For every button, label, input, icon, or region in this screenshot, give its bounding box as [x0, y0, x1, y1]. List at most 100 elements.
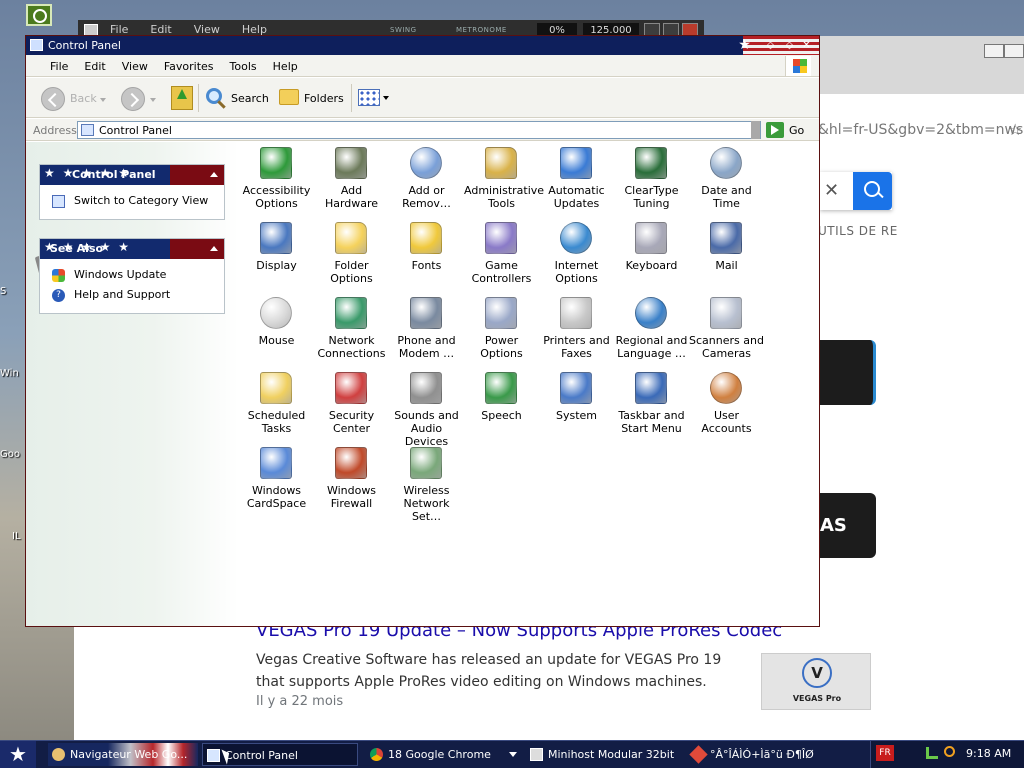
- cp-item-taskbar-and-start-menu[interactable]: Taskbar and Start Menu: [614, 370, 689, 442]
- up-folder-icon[interactable]: [171, 86, 193, 110]
- cp-item-add-hardware[interactable]: Add Hardware: [314, 145, 389, 217]
- address-value: Control Panel: [99, 124, 172, 137]
- cp-item-accessibility-options[interactable]: Accessibility Options: [239, 145, 314, 217]
- cp-item-printers-and-faxes[interactable]: Printers and Faxes: [539, 295, 614, 367]
- clear-search-icon[interactable]: ✕: [824, 180, 839, 201]
- taskbar-item-browser[interactable]: Navigateur Web Go...: [48, 743, 198, 766]
- cp-item-add-or-remov[interactable]: Add or Remov…: [389, 145, 464, 217]
- folders-icon[interactable]: [279, 89, 299, 105]
- panel-header[interactable]: ★ ★ ★ ★ ★ See Also: [40, 239, 224, 259]
- cp-item-date-and-time[interactable]: Date and Time: [689, 145, 764, 217]
- app-icon: [689, 745, 708, 764]
- cp-item-folder-options[interactable]: Folder Options: [314, 220, 389, 292]
- power-icon: [485, 297, 517, 329]
- link-label: Help and Support: [74, 288, 171, 301]
- browser-url-fragment[interactable]: &hl=fr-US&gbv=2&tbm=nws: [818, 122, 1023, 138]
- cp-item-game-controllers[interactable]: Game Controllers: [464, 220, 539, 292]
- group-dropdown-icon[interactable]: [509, 752, 517, 757]
- address-input[interactable]: Control Panel: [77, 121, 761, 139]
- cp-item-administrative-tools[interactable]: Administrative Tools: [464, 145, 544, 217]
- go-arrow-icon[interactable]: [766, 122, 784, 138]
- cp-item-internet-options[interactable]: Internet Options: [539, 220, 614, 292]
- taskbar-item-minihost[interactable]: Minihost Modular 32bit: [526, 743, 682, 766]
- cp-item-scanners-and-cameras[interactable]: Scanners and Cameras: [689, 295, 764, 367]
- cp-item-network-connections[interactable]: Network Connections: [314, 295, 389, 367]
- forward-button[interactable]: [121, 87, 145, 111]
- cp-item-windows-cardspace[interactable]: Windows CardSpace: [239, 445, 314, 517]
- cp-item-label: Folder Options: [330, 259, 373, 285]
- browser-close-button[interactable]: [1004, 44, 1024, 58]
- back-label[interactable]: Back: [70, 92, 97, 105]
- browser-tab-strip: [814, 36, 1024, 94]
- help-and-support-link[interactable]: ? Help and Support: [40, 285, 224, 305]
- views-icon[interactable]: [358, 89, 380, 106]
- news-thumbnail[interactable]: AS: [818, 493, 876, 558]
- link-label: Windows Update: [74, 268, 167, 281]
- cp-item-label: Internet Options: [554, 259, 599, 285]
- menu-edit[interactable]: Edit: [76, 60, 113, 73]
- cp-item-system[interactable]: System: [539, 370, 614, 442]
- cp-item-security-center[interactable]: Security Center: [314, 370, 389, 442]
- cp-item-label: Windows CardSpace: [246, 484, 307, 510]
- title-bar[interactable]: Control Panel ★ ◇ ◇ ✕: [26, 36, 819, 55]
- desktop-clock-icon[interactable]: [26, 4, 52, 26]
- metronome-label: METRONOME: [456, 26, 507, 34]
- search-tray-icon[interactable]: [944, 746, 955, 757]
- taskbar-clock[interactable]: 9:18 AM: [966, 747, 1011, 760]
- desktop-label: Goo: [0, 449, 20, 460]
- window-title: Control Panel: [48, 39, 121, 52]
- language-indicator[interactable]: FR: [876, 745, 894, 761]
- cp-item-power-options[interactable]: Power Options: [464, 295, 539, 367]
- browser-restore-button[interactable]: [984, 44, 1004, 58]
- address-dropdown[interactable]: [751, 121, 760, 139]
- forward-dropdown-icon[interactable]: [150, 98, 156, 102]
- menu-tools[interactable]: Tools: [222, 60, 265, 73]
- panel-header[interactable]: ★ ★ ★ ★ ★ Control Panel: [40, 165, 224, 185]
- close-button[interactable]: ✕: [800, 39, 813, 52]
- back-button[interactable]: [41, 87, 65, 111]
- cp-item-wireless-network-set[interactable]: Wireless Network Set…: [389, 445, 464, 523]
- cp-item-user-accounts[interactable]: User Accounts: [689, 370, 764, 442]
- menu-view[interactable]: View: [114, 60, 156, 73]
- views-dropdown-icon[interactable]: [383, 96, 389, 100]
- menu-file[interactable]: File: [42, 60, 76, 73]
- cp-item-scheduled-tasks[interactable]: Scheduled Tasks: [239, 370, 314, 442]
- network-tray-icon[interactable]: [926, 747, 938, 759]
- menu-help[interactable]: Help: [265, 60, 306, 73]
- folders-toolbar-button[interactable]: Folders: [304, 92, 344, 105]
- cp-item-phone-and-modem[interactable]: Phone and Modem …: [389, 295, 464, 367]
- cp-item-regional-and-language[interactable]: Regional and Language …: [614, 295, 689, 367]
- menu-favorites[interactable]: Favorites: [156, 60, 222, 73]
- windows-update-link[interactable]: Windows Update: [40, 265, 224, 285]
- wireless-icon: [410, 447, 442, 479]
- cp-item-windows-firewall[interactable]: Windows Firewall: [314, 445, 389, 517]
- cp-item-sounds-and-audio-devices[interactable]: Sounds and Audio Devices: [389, 370, 464, 448]
- minimize-button[interactable]: ◇: [764, 39, 777, 52]
- taskbar-item-chrome[interactable]: 18 Google Chrome: [366, 743, 520, 766]
- go-button[interactable]: Go: [789, 124, 804, 137]
- bookmark-star-icon[interactable]: ☆: [1008, 120, 1022, 139]
- switch-to-category-view-link[interactable]: Switch to Category View: [40, 191, 224, 211]
- search-icon[interactable]: [206, 88, 222, 104]
- cp-item-mouse[interactable]: Mouse: [239, 295, 314, 367]
- collapse-chevron-icon[interactable]: [210, 172, 218, 177]
- cp-item-mail[interactable]: Mail: [689, 220, 764, 292]
- cp-item-fonts[interactable]: Fonts: [389, 220, 464, 292]
- gamepad-icon: [485, 222, 517, 254]
- cp-item-display[interactable]: Display: [239, 220, 314, 292]
- cp-item-automatic-updates[interactable]: Automatic Updates: [539, 145, 614, 217]
- search-toolbar-button[interactable]: Search: [231, 92, 269, 105]
- news-thumbnail[interactable]: [818, 340, 876, 405]
- taskbar-item-app[interactable]: °Â°ÎÁÌÓ+Ìã°ü Ð¶ÎØ: [688, 743, 848, 766]
- cp-item-cleartype-tuning[interactable]: ClearType Tuning: [614, 145, 689, 217]
- start-button[interactable]: ★: [0, 741, 36, 768]
- back-dropdown-icon[interactable]: [100, 98, 106, 102]
- maximize-button[interactable]: ◇: [783, 39, 796, 52]
- tools-link[interactable]: UTILS DE RE: [818, 224, 898, 238]
- cp-item-keyboard[interactable]: Keyboard: [614, 220, 689, 292]
- collapse-chevron-icon[interactable]: [210, 246, 218, 251]
- cp-item-speech[interactable]: Speech: [464, 370, 539, 442]
- news-image[interactable]: V VEGAS Pro: [761, 653, 871, 710]
- cp-item-label: Date and Time: [701, 184, 752, 210]
- search-button[interactable]: [853, 172, 892, 210]
